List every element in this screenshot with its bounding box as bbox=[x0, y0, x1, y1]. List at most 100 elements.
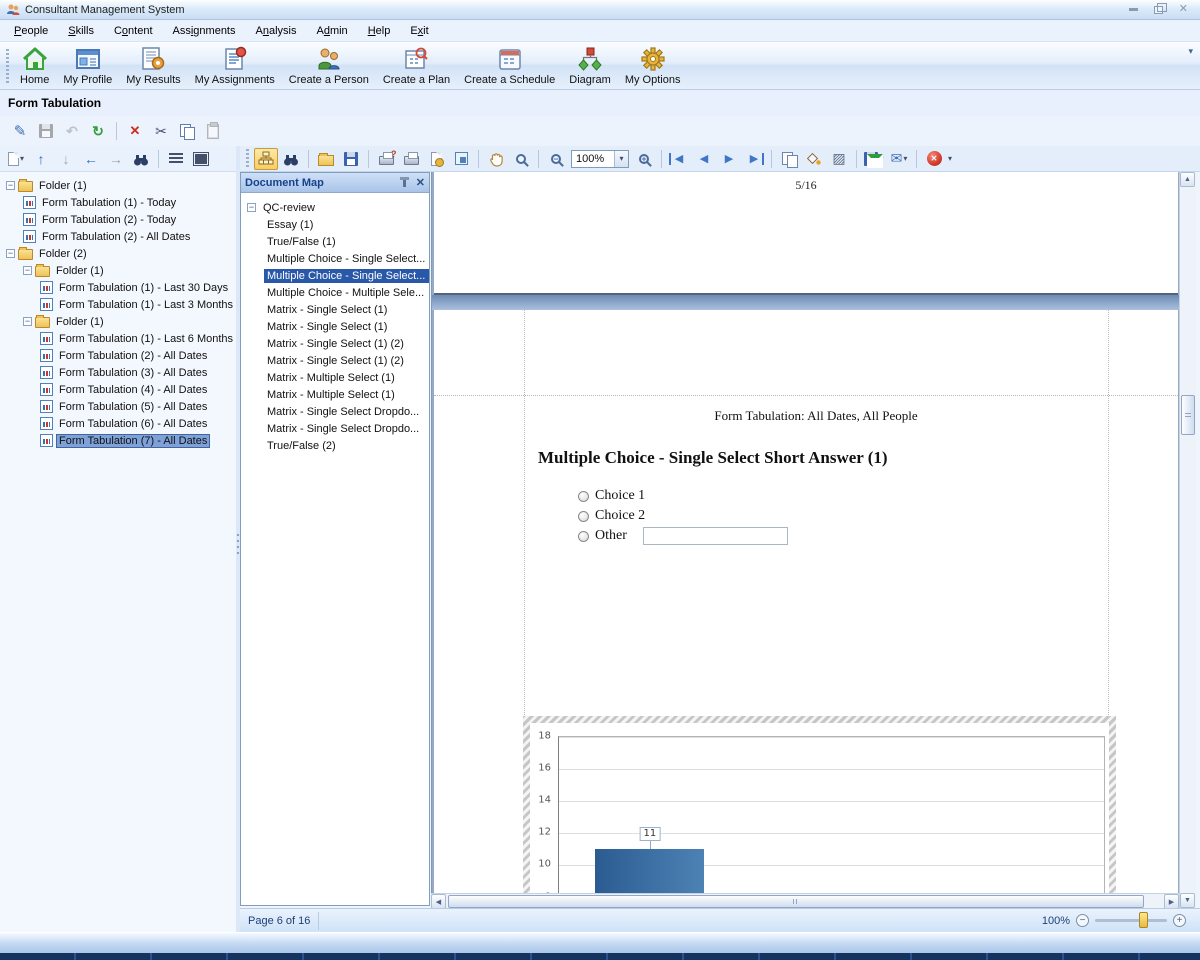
toolbar-grip[interactable] bbox=[245, 149, 250, 169]
vertical-scrollbar[interactable]: ▲ ▼ bbox=[1179, 172, 1196, 908]
next-page-button[interactable]: ▶ bbox=[717, 148, 741, 170]
tree-item[interactable]: Form Tabulation (1) - Last 6 Months bbox=[0, 330, 236, 347]
collapse-icon[interactable]: − bbox=[23, 266, 32, 275]
last-page-button[interactable]: ▶ bbox=[742, 148, 766, 170]
open-button[interactable] bbox=[314, 148, 338, 170]
search-button[interactable] bbox=[279, 148, 303, 170]
scroll-up-icon[interactable]: ▲ bbox=[1180, 172, 1195, 187]
email-button[interactable]: ✉▾ bbox=[887, 148, 911, 170]
scale-button[interactable] bbox=[449, 148, 473, 170]
prev-page-button[interactable]: ◀ bbox=[692, 148, 716, 170]
menu-admin[interactable]: Admin bbox=[306, 20, 357, 41]
save-report-button[interactable] bbox=[339, 148, 363, 170]
restore-button[interactable] bbox=[1154, 6, 1163, 14]
document-map-toggle-button[interactable] bbox=[254, 148, 278, 170]
zoom-out-button[interactable]: − bbox=[544, 148, 568, 170]
tree-item[interactable]: Form Tabulation (6) - All Dates bbox=[0, 415, 236, 432]
delete-button[interactable]: ✕ bbox=[123, 120, 147, 142]
save-button[interactable] bbox=[34, 120, 58, 142]
document-map-item[interactable]: Matrix - Single Select Dropdo... bbox=[241, 403, 429, 420]
document-map-item[interactable]: Matrix - Single Select (1) bbox=[241, 318, 429, 335]
menu-assignments[interactable]: Assignments bbox=[163, 20, 246, 41]
list-view-button[interactable] bbox=[164, 148, 188, 170]
create-schedule-button[interactable]: Create a Schedule bbox=[457, 43, 562, 89]
details-view-button[interactable] bbox=[189, 148, 213, 170]
move-up-button[interactable]: ↑ bbox=[29, 148, 53, 170]
zoom-out-circle-icon[interactable]: − bbox=[1076, 914, 1089, 927]
tree-item[interactable]: Form Tabulation (2) - All Dates bbox=[0, 228, 236, 245]
report-preview-area[interactable]: 5/16 Form Tabulation: All Dates, All Peo… bbox=[431, 172, 1179, 893]
tree-item[interactable]: Form Tabulation (1) - Last 3 Months bbox=[0, 296, 236, 313]
tree-item[interactable]: Form Tabulation (7) - All Dates bbox=[0, 432, 236, 449]
multiple-pages-button[interactable] bbox=[777, 148, 801, 170]
toolbar-overflow-button[interactable]: ▾ bbox=[1183, 42, 1198, 61]
diagram-button[interactable]: Diagram bbox=[562, 43, 618, 89]
zoom-in-circle-icon[interactable]: + bbox=[1173, 914, 1186, 927]
tree-item[interactable]: Form Tabulation (2) - Today bbox=[0, 211, 236, 228]
undo-button[interactable]: ↶ bbox=[60, 120, 84, 142]
page-background-button[interactable] bbox=[802, 148, 826, 170]
document-map-item[interactable]: True/False (1) bbox=[241, 233, 429, 250]
pin-icon[interactable] bbox=[403, 178, 406, 187]
toolbar-grip[interactable] bbox=[5, 49, 10, 83]
collapse-icon[interactable]: − bbox=[23, 317, 32, 326]
document-map-item[interactable]: Multiple Choice - Multiple Sele... bbox=[241, 284, 429, 301]
minimize-button[interactable] bbox=[1129, 8, 1138, 11]
copy-button[interactable] bbox=[175, 120, 199, 142]
tree-item[interactable]: − Folder (1) bbox=[0, 177, 236, 194]
tree-item[interactable]: Form Tabulation (5) - All Dates bbox=[0, 398, 236, 415]
export-button[interactable]: ▾ bbox=[862, 148, 886, 170]
home-button[interactable]: Home bbox=[13, 43, 56, 89]
tree-item[interactable]: − Folder (1) bbox=[0, 262, 236, 279]
tree-item[interactable]: Form Tabulation (1) - Last 30 Days bbox=[0, 279, 236, 296]
tree-item[interactable]: Form Tabulation (1) - Today bbox=[0, 194, 236, 211]
toolbar-overflow-button[interactable]: ▾ bbox=[948, 154, 952, 163]
edit-button[interactable]: ✎ bbox=[8, 120, 32, 142]
zoom-combo[interactable]: 100% ▾ bbox=[571, 150, 629, 168]
page-setup-button[interactable] bbox=[424, 148, 448, 170]
my-assignments-button[interactable]: My Assignments bbox=[188, 43, 282, 89]
scroll-right-icon[interactable]: ▶ bbox=[1164, 894, 1179, 909]
tree-item[interactable]: Form Tabulation (2) - All Dates bbox=[0, 347, 236, 364]
document-map-item[interactable]: Matrix - Multiple Select (1) bbox=[241, 369, 429, 386]
create-plan-button[interactable]: Create a Plan bbox=[376, 43, 457, 89]
move-down-button[interactable]: ↓ bbox=[54, 148, 78, 170]
menu-exit[interactable]: Exit bbox=[400, 20, 438, 41]
document-map-item[interactable]: Multiple Choice - Single Select... bbox=[241, 267, 429, 284]
tree-item[interactable]: − Folder (1) bbox=[0, 313, 236, 330]
collapse-icon[interactable]: − bbox=[6, 181, 15, 190]
zoom-in-button[interactable]: + bbox=[632, 148, 656, 170]
paste-button[interactable] bbox=[201, 120, 225, 142]
horizontal-scrollbar[interactable]: ◀ ▶ bbox=[431, 893, 1179, 908]
hand-tool-button[interactable] bbox=[484, 148, 508, 170]
tree-item[interactable]: Form Tabulation (3) - All Dates bbox=[0, 364, 236, 381]
watermark-button[interactable]: ▨ bbox=[827, 148, 851, 170]
zoom-slider-thumb[interactable] bbox=[1139, 912, 1148, 928]
document-map-item[interactable]: Matrix - Single Select (1) bbox=[241, 301, 429, 318]
close-panel-icon[interactable]: ✕ bbox=[416, 176, 425, 189]
stop-button[interactable]: ✕ bbox=[922, 148, 946, 170]
document-map-item[interactable]: Multiple Choice - Single Select... bbox=[241, 250, 429, 267]
close-button[interactable]: ✕ bbox=[1179, 4, 1188, 15]
tree-item[interactable]: − Folder (2) bbox=[0, 245, 236, 262]
document-map-item[interactable]: − QC-review bbox=[241, 199, 429, 216]
menu-people[interactable]: People bbox=[4, 20, 58, 41]
tree-item[interactable]: Form Tabulation (4) - All Dates bbox=[0, 381, 236, 398]
find-button[interactable] bbox=[129, 148, 153, 170]
cut-button[interactable]: ✂ bbox=[149, 120, 173, 142]
document-map-item[interactable]: Matrix - Single Select (1) (2) bbox=[241, 352, 429, 369]
document-map-item[interactable]: Matrix - Multiple Select (1) bbox=[241, 386, 429, 403]
back-button[interactable]: ← bbox=[79, 148, 103, 170]
document-map-item[interactable]: Matrix - Single Select Dropdo... bbox=[241, 420, 429, 437]
collapse-icon[interactable]: − bbox=[247, 203, 256, 212]
create-person-button[interactable]: Create a Person bbox=[282, 43, 376, 89]
menu-analysis[interactable]: Analysis bbox=[246, 20, 307, 41]
my-options-button[interactable]: My Options bbox=[618, 43, 688, 89]
first-page-button[interactable]: ◀ bbox=[667, 148, 691, 170]
document-map-item[interactable]: True/False (2) bbox=[241, 437, 429, 454]
print-button[interactable] bbox=[399, 148, 423, 170]
vertical-scroll-thumb[interactable] bbox=[1181, 395, 1195, 435]
combo-dropdown-icon[interactable]: ▾ bbox=[614, 151, 628, 167]
print-dialog-button[interactable]: ? bbox=[374, 148, 398, 170]
document-map-item[interactable]: Matrix - Single Select (1) (2) bbox=[241, 335, 429, 352]
